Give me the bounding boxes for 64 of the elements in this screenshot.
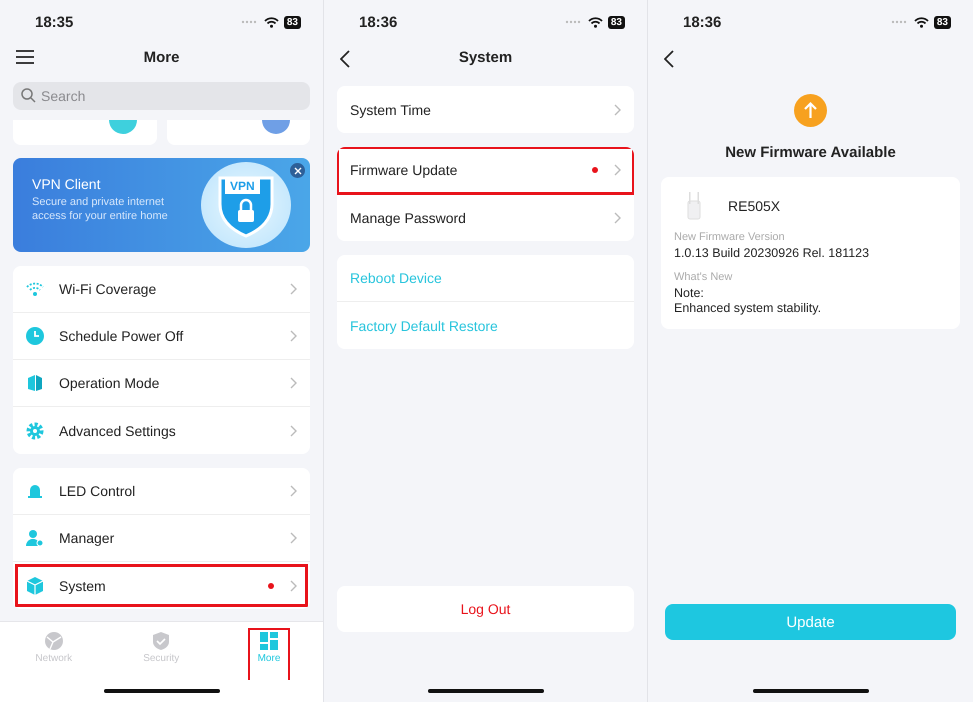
battery-level: 83 (284, 16, 301, 28)
battery-level: 83 (934, 16, 951, 28)
wifi-icon (588, 16, 603, 28)
logout-button[interactable]: Log Out (337, 586, 634, 632)
user-icon (25, 528, 45, 548)
signal-icon (890, 20, 909, 24)
back-icon[interactable] (340, 50, 350, 68)
banner-title: VPN Client (32, 176, 102, 192)
chevron-icon (614, 212, 621, 224)
field-value: Note: (674, 286, 705, 301)
chevron-icon (290, 580, 297, 592)
grid-icon (259, 631, 279, 651)
notification-dot (592, 167, 598, 173)
signal-icon (564, 20, 583, 24)
field-value: 1.0.13 Build 20230926 Rel. 181123 (674, 246, 870, 261)
status-time: 18:36 (683, 14, 722, 30)
menu-item[interactable]: LED Control (13, 468, 310, 515)
banner-text: Secure and private internet access for your entire home (32, 196, 169, 223)
menu-item[interactable]: Manager (13, 515, 310, 562)
close-icon[interactable] (290, 163, 305, 178)
chevron-icon (290, 283, 297, 295)
extender-device-icon (686, 191, 702, 221)
chevron-icon (614, 164, 621, 176)
clock-icon (25, 326, 45, 346)
chevron-icon (290, 330, 297, 342)
vpn-banner[interactable]: VPN Client Secure and private internet access for your entire home VPN (13, 158, 310, 252)
notification-dot (268, 582, 274, 588)
field-label: New Firmware Version (674, 231, 786, 243)
field-value: Enhanced system stability. (674, 301, 822, 316)
device-name: RE505X (728, 198, 780, 214)
wifi-icon (264, 16, 279, 28)
chevron-icon (290, 377, 297, 389)
menu-item[interactable]: Advanced Settings (13, 407, 310, 454)
cube-icon (25, 576, 45, 596)
screen-title: More (144, 48, 180, 66)
status-time: 18:36 (359, 14, 398, 30)
status-time: 18:35 (35, 14, 74, 30)
menu-item[interactable]: System (13, 562, 310, 609)
menu-item[interactable]: Manage Password (337, 194, 634, 241)
shield-icon (151, 631, 172, 651)
partial-card[interactable] (166, 120, 310, 145)
firmware-title: New Firmware Available (724, 144, 897, 161)
menu-item[interactable]: Operation Mode (13, 360, 310, 407)
field-label: What's New (674, 271, 734, 283)
gear-icon (25, 420, 45, 440)
back-icon[interactable] (664, 50, 674, 68)
menu-item[interactable]: Schedule Power Off (13, 313, 310, 360)
menu-icon[interactable] (16, 50, 34, 64)
upload-icon (794, 94, 827, 127)
menu-item[interactable]: Wi-Fi Coverage (13, 266, 310, 313)
globe-icon (44, 631, 64, 651)
search-field[interactable]: Search (13, 82, 310, 110)
vpn-shield-drawing: VPN (201, 162, 291, 248)
search-icon (21, 88, 36, 103)
chevron-icon (614, 104, 621, 116)
wifi-icon (914, 16, 929, 28)
chevron-icon (290, 532, 297, 544)
chevron-icon (290, 485, 297, 497)
signal-icon (240, 20, 259, 24)
chevron-icon (290, 424, 297, 436)
menu-item[interactable]: Firmware Update (337, 147, 634, 194)
menu-item[interactable]: System Time (337, 86, 634, 133)
battery-level: 83 (608, 16, 625, 28)
screen-title: System (458, 48, 512, 66)
